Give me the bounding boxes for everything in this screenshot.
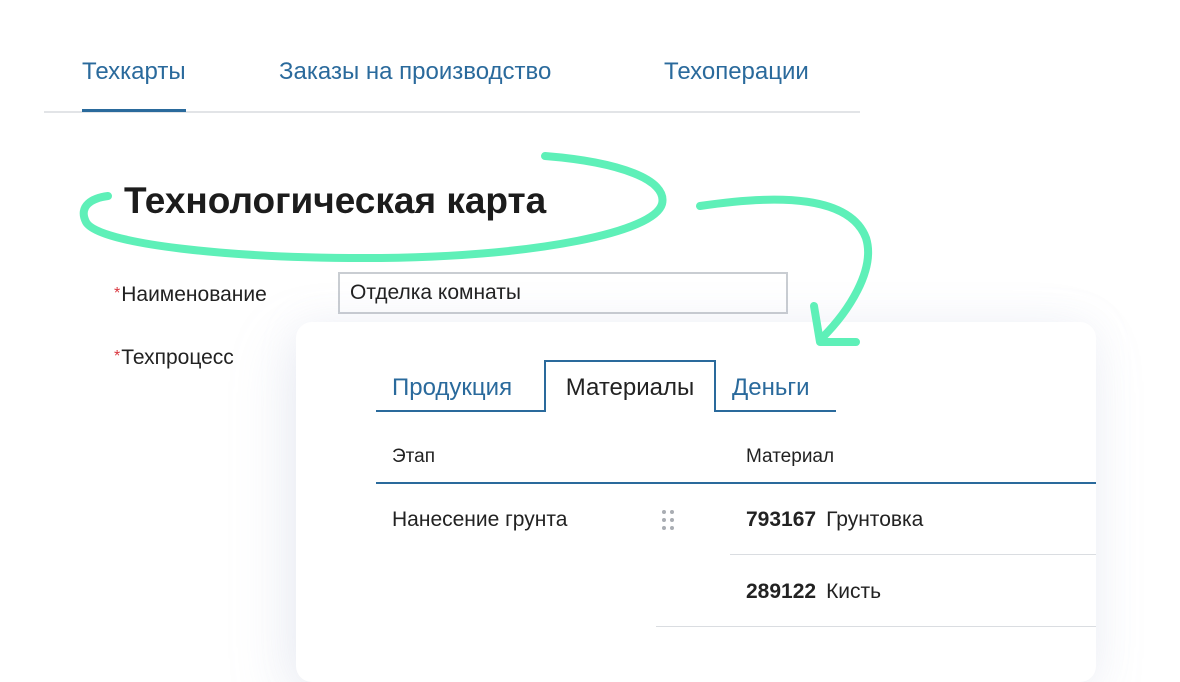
marker-arrow-line — [696, 195, 872, 342]
name-label-text: Наименование — [121, 283, 267, 306]
tab-baseline — [376, 410, 545, 412]
required-mark: * — [114, 285, 121, 302]
material-name: Кисть — [826, 580, 882, 603]
process-field-label: *Техпроцесс — [114, 346, 234, 370]
top-nav-tabs: Техкарты Заказы на производство Техопера… — [44, 0, 860, 113]
materials-card: Продукция Материалы Деньги Этап Материал… — [296, 322, 1096, 682]
tab-baseline — [715, 410, 836, 412]
name-input[interactable] — [338, 272, 788, 314]
tab-materials[interactable]: Материалы — [544, 360, 716, 412]
card-tabs: Продукция Материалы Деньги — [376, 360, 836, 412]
header-divider — [376, 482, 1096, 484]
material-name: Грунтовка — [826, 508, 924, 531]
row-divider — [730, 554, 1096, 555]
material-code: 793167 — [746, 508, 817, 531]
process-label-text: Техпроцесс — [121, 346, 234, 369]
tab-tech-operations[interactable]: Техоперации — [664, 58, 809, 86]
page-title: Технологическая карта — [124, 180, 547, 221]
material-code: 289122 — [746, 580, 817, 603]
required-mark: * — [114, 348, 121, 365]
tab-techcards[interactable]: Техкарты — [82, 58, 186, 112]
tab-products[interactable]: Продукция — [392, 374, 512, 402]
stage-cell: Нанесение грунта — [392, 508, 568, 531]
drag-handle-icon[interactable] — [660, 508, 680, 532]
tab-production-orders[interactable]: Заказы на производство — [279, 58, 551, 86]
column-header-material: Материал — [746, 446, 835, 467]
name-field-label: *Наименование — [114, 283, 267, 307]
material-row[interactable]: 793167 Грунтовка — [746, 508, 923, 532]
column-header-stage: Этап — [392, 446, 436, 467]
row-divider — [656, 626, 1096, 627]
material-row[interactable]: 289122 Кисть — [746, 580, 881, 604]
tab-money[interactable]: Деньги — [732, 374, 810, 402]
